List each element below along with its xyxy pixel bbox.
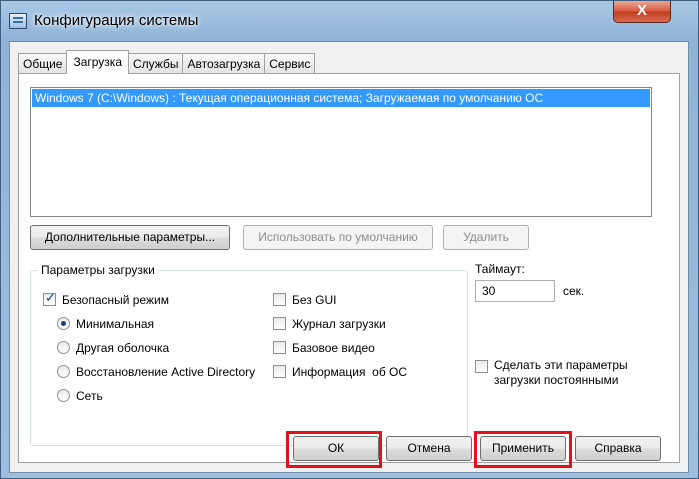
- timeout-label: Таймаут:: [475, 262, 525, 276]
- checkbox-checked-icon: [43, 291, 56, 306]
- no-gui-checkbox[interactable]: Без GUI: [273, 293, 336, 307]
- set-default-label: Использовать по умолчанию: [258, 230, 418, 244]
- radio-icon: [57, 341, 70, 354]
- advanced-options-label: Дополнительные параметры...: [44, 230, 216, 244]
- make-permanent-label: Сделать эти параметры загрузки постоянны…: [494, 358, 628, 388]
- checkbox-icon: [273, 341, 286, 354]
- radio-icon: [57, 389, 70, 402]
- ad-repair-label: Восстановление Active Directory: [76, 365, 256, 379]
- base-video-checkbox[interactable]: Базовое видео: [273, 341, 375, 355]
- tab-tools[interactable]: Сервис: [264, 53, 316, 73]
- radio-alternate-shell[interactable]: Другая оболочка: [57, 341, 169, 355]
- cancel-label: Отмена: [407, 441, 451, 455]
- timeout-unit: сек.: [563, 284, 585, 298]
- make-permanent-line1: Сделать эти параметры: [494, 358, 628, 372]
- list-item[interactable]: Windows 7 (C:\Windows) : Текущая операци…: [32, 89, 650, 107]
- boot-entries-list[interactable]: Windows 7 (C:\Windows) : Текущая операци…: [30, 87, 652, 217]
- network-label: Сеть: [76, 389, 103, 403]
- radio-ad-repair[interactable]: Восстановление Active Directory: [57, 365, 255, 379]
- help-label: Справка: [594, 441, 642, 455]
- base-video-label: Базовое видео: [292, 341, 375, 355]
- tab-strip: Общие Загрузка Службы Автозагрузка Серви…: [18, 50, 316, 74]
- radio-selected-icon: [57, 317, 70, 330]
- tab-general[interactable]: Общие: [18, 53, 68, 73]
- tab-services[interactable]: Службы: [128, 53, 184, 73]
- delete-button[interactable]: Удалить: [443, 225, 529, 250]
- safe-mode-checkbox[interactable]: Безопасный режим: [43, 291, 169, 307]
- make-permanent-line2: загрузки постоянными: [494, 373, 619, 387]
- title-bar[interactable]: Конфигурация системы X: [1, 1, 698, 41]
- set-default-button[interactable]: Использовать по умолчанию: [243, 225, 433, 250]
- alternate-shell-label: Другая оболочка: [76, 341, 170, 355]
- radio-icon: [57, 365, 70, 378]
- tab-startup[interactable]: Автозагрузка: [182, 53, 266, 73]
- help-button[interactable]: Справка: [575, 436, 661, 461]
- boot-options-group: Параметры загрузки Безопасный режим Мини…: [30, 263, 468, 446]
- safe-mode-label: Безопасный режим: [62, 293, 169, 307]
- checkbox-icon: [273, 293, 286, 306]
- radio-network[interactable]: Сеть: [57, 389, 103, 403]
- minimal-label: Минимальная: [76, 317, 155, 331]
- timeout-input[interactable]: 30: [475, 280, 555, 302]
- apply-label: Применить: [491, 441, 554, 455]
- advanced-options-button[interactable]: Дополнительные параметры...: [30, 225, 230, 250]
- cancel-button[interactable]: Отмена: [386, 436, 472, 461]
- boot-options-label: Параметры загрузки: [38, 263, 158, 277]
- dialog-client: Общие Загрузка Службы Автозагрузка Серви…: [9, 41, 689, 473]
- tab-boot[interactable]: Загрузка: [66, 50, 129, 74]
- os-info-label: Информация об ОС: [292, 365, 408, 379]
- checkbox-icon: [475, 360, 488, 373]
- window-title: Конфигурация системы: [34, 12, 199, 29]
- boot-log-label: Журнал загрузки: [292, 317, 386, 331]
- apply-button[interactable]: Применить: [480, 436, 566, 461]
- close-button[interactable]: X: [613, 1, 671, 23]
- ok-button[interactable]: ОК: [293, 436, 379, 461]
- os-info-checkbox[interactable]: Информация об ОС: [273, 365, 407, 379]
- system-config-icon: [9, 13, 27, 29]
- ok-label: ОК: [327, 441, 345, 455]
- no-gui-label: Без GUI: [292, 293, 337, 307]
- radio-minimal[interactable]: Минимальная: [57, 317, 154, 331]
- boot-log-checkbox[interactable]: Журнал загрузки: [273, 317, 386, 331]
- msconfig-window: Конфигурация системы X Общие Загрузка Сл…: [0, 0, 699, 479]
- checkbox-icon: [273, 365, 286, 378]
- delete-label: Удалить: [463, 230, 509, 244]
- boot-tab-panel: Windows 7 (C:\Windows) : Текущая операци…: [18, 73, 680, 463]
- close-icon: X: [636, 2, 647, 19]
- checkbox-icon: [273, 317, 286, 330]
